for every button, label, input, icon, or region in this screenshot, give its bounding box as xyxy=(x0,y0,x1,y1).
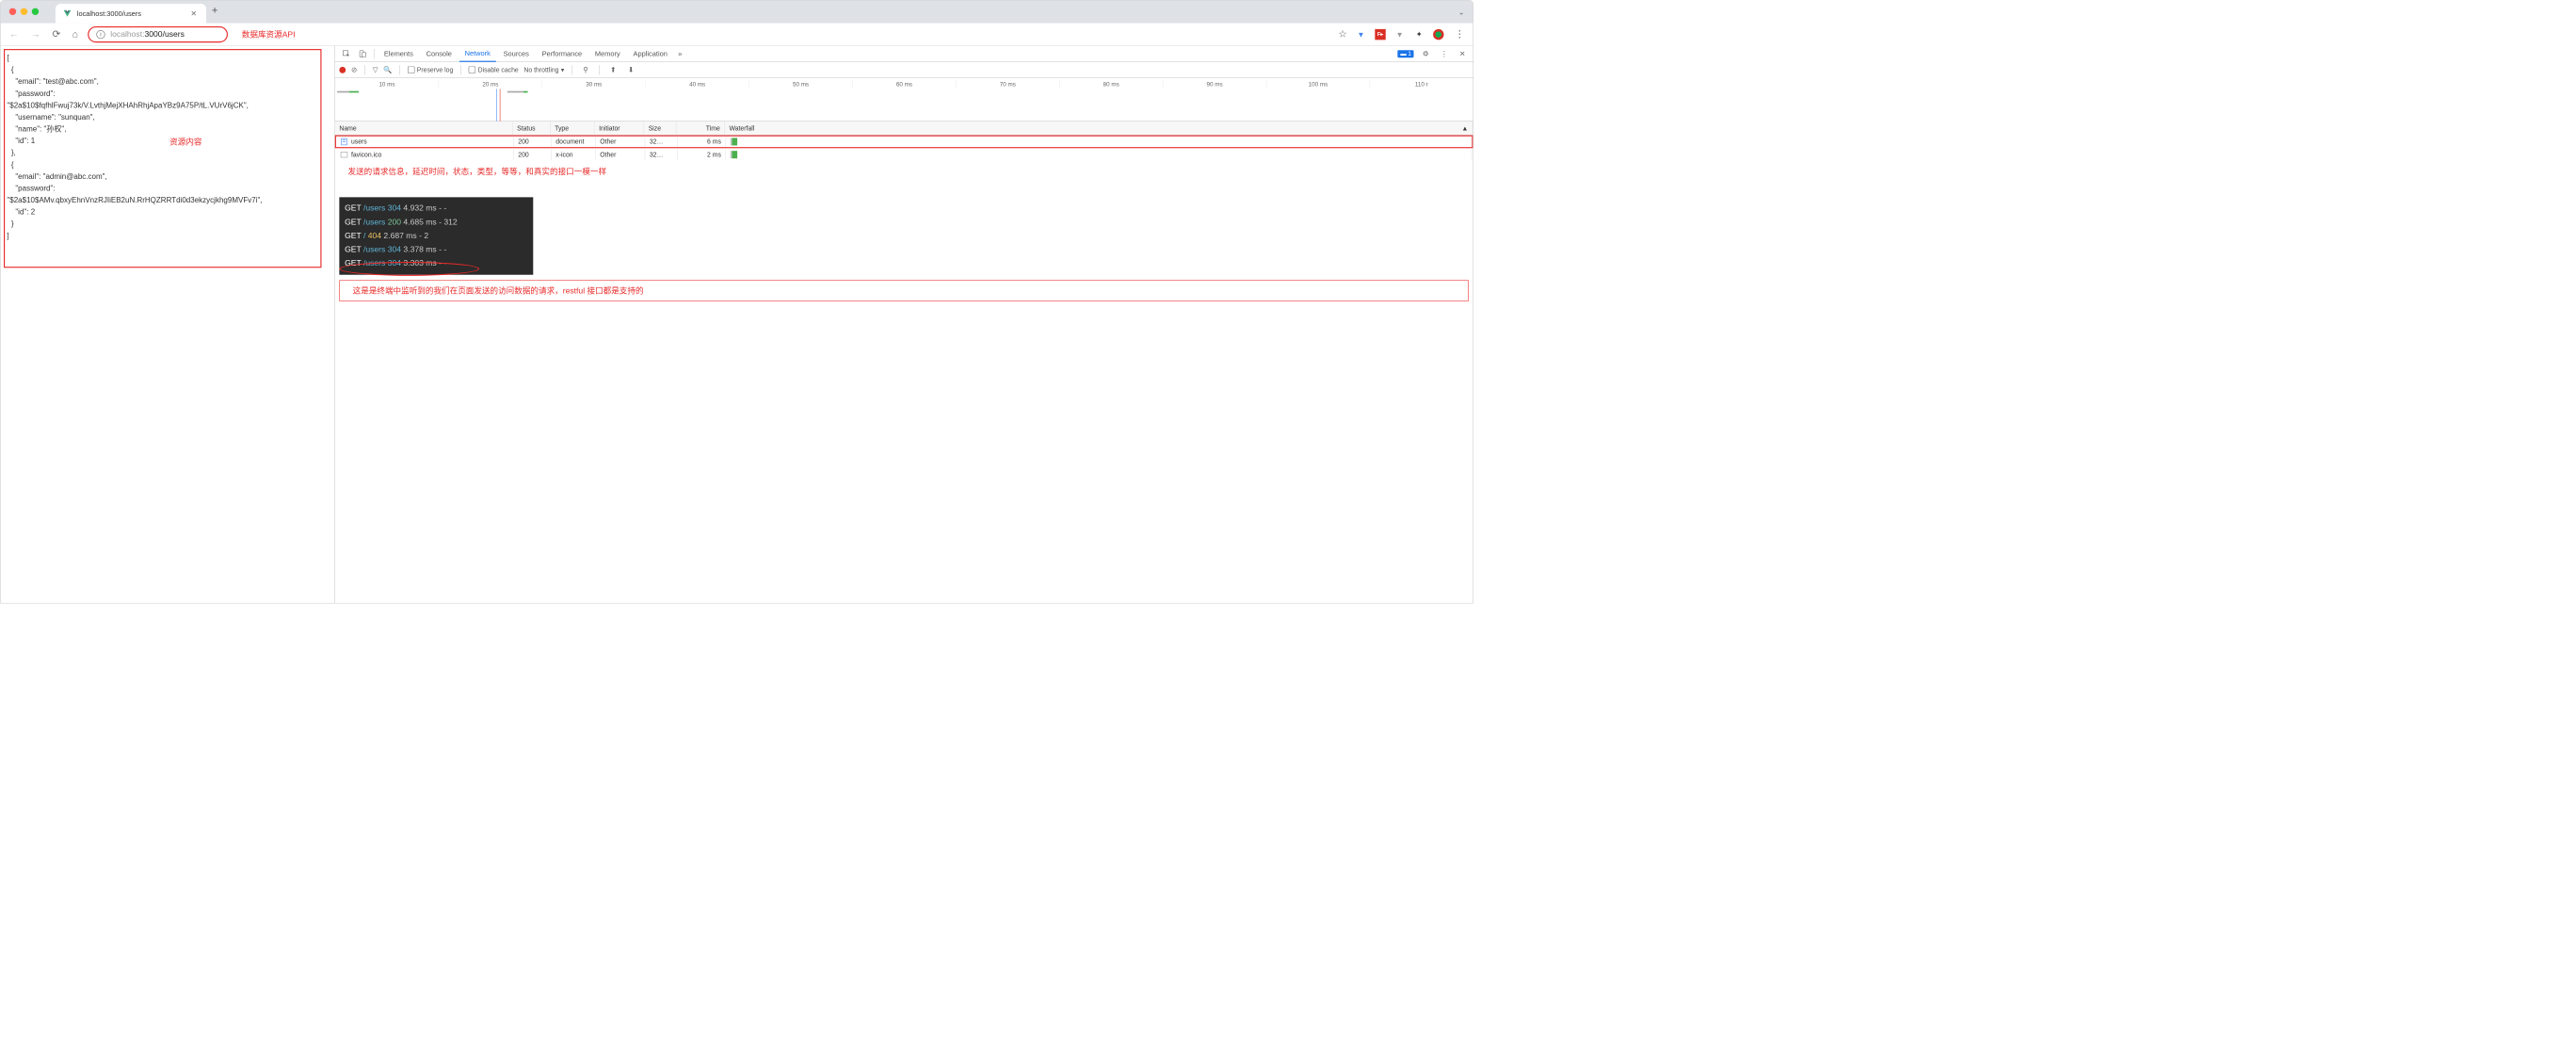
tab-title: localhost:3000/users xyxy=(77,9,141,18)
vue-favicon-icon xyxy=(63,9,72,18)
forward-button[interactable]: → xyxy=(28,28,42,40)
timeline-tick: 50 ms xyxy=(749,79,852,88)
col-size[interactable]: Size xyxy=(644,122,676,135)
terminal-line: GET /users 200 4.685 ms - 312 xyxy=(345,216,527,230)
wifi-icon[interactable]: ⚲ xyxy=(580,65,591,73)
devtools-settings-icon[interactable]: ⚙ xyxy=(1419,49,1432,57)
close-window-button[interactable] xyxy=(9,8,16,15)
terminal-output: GET /users 304 4.932 ms - -GET /users 20… xyxy=(339,197,533,274)
col-initiator[interactable]: Initiator xyxy=(594,122,644,135)
tab-console[interactable]: Console xyxy=(421,45,458,61)
timeline-tick: 30 ms xyxy=(542,79,646,88)
url-annotation: 数据库资源API xyxy=(242,28,296,40)
timeline-tick: 40 ms xyxy=(645,79,749,88)
extensions-puzzle-icon[interactable]: ✦ xyxy=(1414,29,1425,40)
devtools-tabbar: Elements Console Network Sources Perform… xyxy=(335,46,1473,62)
timeline-tick: 100 ms xyxy=(1266,79,1370,88)
throttling-select[interactable]: No throttling ▾ xyxy=(523,66,564,73)
new-tab-button[interactable]: + xyxy=(212,4,218,16)
tab-application[interactable]: Application xyxy=(628,45,673,61)
extension-icon-3[interactable]: ▼ xyxy=(1394,29,1405,40)
terminal-annotation: 这是是终端中监听到的我们在页面发送的访问数据的请求，restful 接口都是支持… xyxy=(339,280,1468,300)
download-icon[interactable]: ⬇ xyxy=(625,65,637,73)
timeline-tick: 70 ms xyxy=(956,79,1059,88)
col-time[interactable]: Time xyxy=(676,122,724,135)
url-text: localhost:3000/users xyxy=(110,29,185,39)
tab-network[interactable]: Network xyxy=(459,45,496,61)
timeline-tick: 60 ms xyxy=(852,79,956,88)
timeline-tick: 110 r xyxy=(1370,79,1473,88)
inspect-element-icon[interactable] xyxy=(339,50,353,57)
clear-button[interactable]: ⊘ xyxy=(351,65,357,73)
network-row[interactable]: users200documentOther32…6 ms xyxy=(335,136,1473,149)
upload-icon[interactable]: ⬆ xyxy=(607,65,620,73)
window-controls xyxy=(9,8,39,15)
issues-badge[interactable]: ▬ 1 xyxy=(1398,50,1414,57)
filter-icon[interactable]: ▽ xyxy=(373,65,378,73)
browser-tab[interactable]: localhost:3000/users × xyxy=(56,4,206,24)
terminal-line: GET / 404 2.687 ms - 2 xyxy=(345,229,527,243)
timeline-tick: 20 ms xyxy=(439,79,542,88)
devtools-close-icon[interactable]: ✕ xyxy=(1457,49,1469,57)
col-name[interactable]: Name xyxy=(335,122,513,135)
record-button[interactable] xyxy=(339,67,346,73)
address-bar[interactable]: i localhost:3000/users xyxy=(88,26,228,42)
site-info-icon[interactable]: i xyxy=(96,30,105,39)
col-status[interactable]: Status xyxy=(513,122,551,135)
home-button[interactable]: ⌂ xyxy=(70,28,80,40)
timeline-tick: 80 ms xyxy=(1059,79,1163,88)
minimize-window-button[interactable] xyxy=(21,8,27,15)
preserve-log-checkbox[interactable]: Preserve log xyxy=(408,66,453,73)
browser-toolbar: ← → ⟳ ⌂ i localhost:3000/users 数据库资源API … xyxy=(1,24,1473,46)
tab-memory[interactable]: Memory xyxy=(589,45,625,61)
tab-performance[interactable]: Performance xyxy=(537,45,588,61)
terminal-highlight-circle xyxy=(339,262,479,276)
terminal-line: GET /users 304 4.932 ms - - xyxy=(345,202,527,216)
tab-elements[interactable]: Elements xyxy=(378,45,418,61)
bookmark-star-icon[interactable]: ☆ xyxy=(1338,28,1346,40)
timeline-tick: 90 ms xyxy=(1163,79,1266,88)
network-table: Name Status Type Initiator Size Time Wat… xyxy=(335,122,1473,161)
extension-icon-1[interactable]: ▼ xyxy=(1356,29,1366,40)
devtools-panel: Elements Console Network Sources Perform… xyxy=(334,46,1473,603)
extension-icon-2[interactable]: F▸ xyxy=(1375,29,1385,40)
disable-cache-checkbox[interactable]: Disable cache xyxy=(469,66,519,73)
profile-icon[interactable] xyxy=(1433,29,1443,40)
terminal-line: GET /users 304 3.378 ms - - xyxy=(345,243,527,257)
network-timeline[interactable]: 10 ms20 ms30 ms40 ms50 ms60 ms70 ms80 ms… xyxy=(335,78,1473,122)
tab-sources[interactable]: Sources xyxy=(498,45,535,61)
network-table-header: Name Status Type Initiator Size Time Wat… xyxy=(335,122,1473,136)
window-titlebar: localhost:3000/users × + ⌄ xyxy=(1,1,1473,24)
tabs-overflow-icon[interactable]: » xyxy=(675,50,685,58)
search-icon[interactable]: 🔍 xyxy=(383,65,392,73)
network-filter-bar: ⊘ ▽ 🔍 Preserve log Disable cache No thro… xyxy=(335,62,1473,78)
reload-button[interactable]: ⟳ xyxy=(50,28,62,40)
timeline-tick: 10 ms xyxy=(335,79,439,88)
tabs-dropdown-icon[interactable]: ⌄ xyxy=(1458,8,1464,17)
col-waterfall[interactable]: Waterfall▲ xyxy=(725,122,1473,135)
network-row[interactable]: favicon.ico200x-iconOther32…2 ms xyxy=(335,148,1473,161)
back-button[interactable]: ← xyxy=(7,28,21,40)
network-annotation: 发送的请求信息，延迟时间，状态，类型，等等，和真实的接口一模一样 xyxy=(335,161,1473,181)
browser-menu-icon[interactable]: ⋮ xyxy=(1453,28,1467,40)
tab-close-icon[interactable]: × xyxy=(188,8,199,19)
maximize-window-button[interactable] xyxy=(32,8,39,15)
json-annotation: 资源内容 xyxy=(169,137,201,149)
device-mode-icon[interactable] xyxy=(356,50,370,57)
json-response-body: [ { "email": "test@abc.com", "password":… xyxy=(4,49,321,268)
devtools-menu-icon[interactable]: ⋮ xyxy=(1438,49,1451,57)
page-content: [ { "email": "test@abc.com", "password":… xyxy=(1,46,335,603)
col-type[interactable]: Type xyxy=(551,122,595,135)
